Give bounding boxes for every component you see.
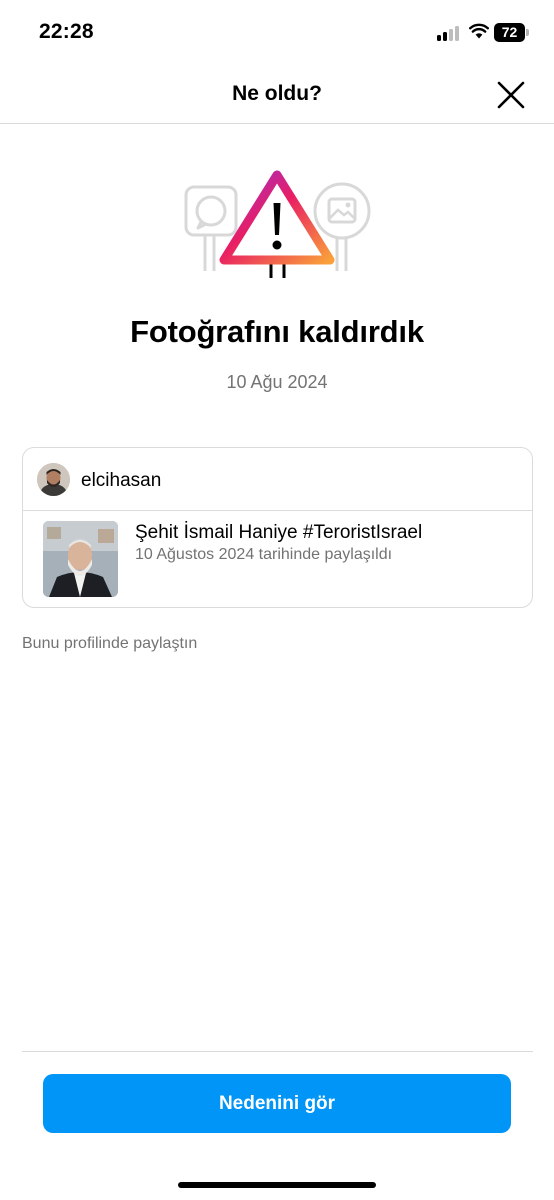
shared-note: Bunu profilinde paylaştın bbox=[22, 635, 198, 652]
status-time: 22:28 bbox=[39, 20, 94, 43]
post-caption: Şehit İsmail Haniye #TeroristIsrael bbox=[135, 522, 423, 543]
see-why-button[interactable]: Nedenini gör bbox=[43, 1074, 511, 1133]
post-shared-date: 10 Ağustos 2024 tarihinde paylaşıldı bbox=[135, 546, 393, 563]
battery-icon: 72 bbox=[494, 23, 530, 42]
post-thumbnail[interactable] bbox=[43, 521, 118, 597]
close-icon[interactable] bbox=[495, 79, 527, 111]
home-indicator bbox=[178, 1182, 376, 1188]
post-author-row[interactable]: elcihasan bbox=[23, 448, 532, 511]
notice-date: 10 Ağu 2024 bbox=[226, 372, 328, 392]
page-title: Ne oldu? bbox=[232, 82, 322, 105]
avatar[interactable] bbox=[37, 463, 70, 496]
post-card[interactable]: elcihasan Şehit İsmail Haniye #TeroristI… bbox=[22, 447, 533, 608]
warning-illustration bbox=[184, 170, 371, 278]
warning-icon bbox=[219, 170, 335, 278]
post-username[interactable]: elcihasan bbox=[81, 470, 161, 492]
divider bbox=[22, 1051, 533, 1052]
wifi-icon bbox=[469, 23, 489, 39]
status-bar: 22:28 72 bbox=[0, 0, 554, 62]
header: Ne oldu? bbox=[0, 62, 554, 124]
notice-title: Fotoğrafını kaldırdık bbox=[130, 314, 424, 349]
battery-level: 72 bbox=[501, 24, 518, 40]
cellular-signal-icon bbox=[437, 25, 463, 41]
